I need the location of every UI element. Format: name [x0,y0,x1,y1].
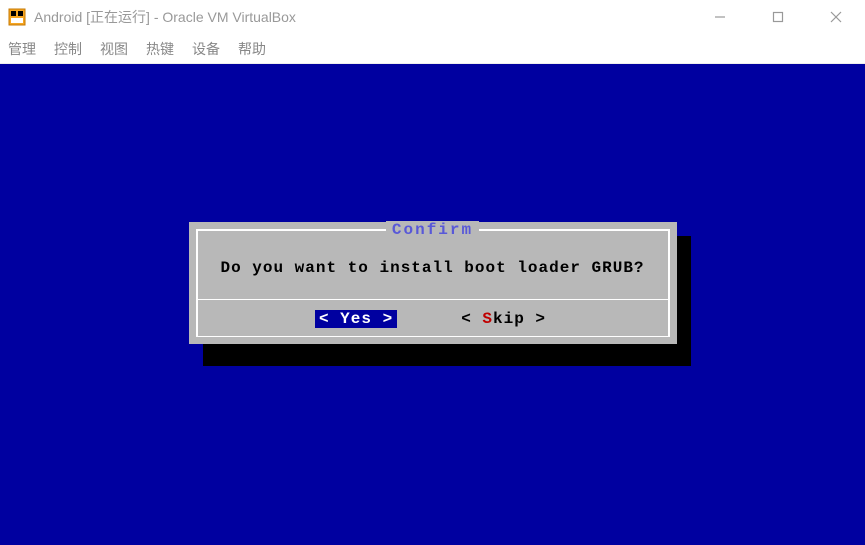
app-icon [8,8,26,26]
dialog-message: Do you want to install boot loader GRUB? [198,251,668,299]
confirm-dialog: Confirm Do you want to install boot load… [189,222,677,344]
close-button[interactable] [807,0,865,34]
virtualbox-window: Android [正在运行] - Oracle VM VirtualBox 管理… [0,0,865,545]
dialog-buttons: < Yes > < Skip > [198,299,668,336]
menu-devices[interactable]: 设备 [192,39,220,59]
window-title: Android [正在运行] - Oracle VM VirtualBox [34,7,691,27]
menu-hotkeys[interactable]: 热键 [146,39,174,59]
dialog-title-row: Confirm [198,221,668,239]
menubar: 管理 控制 视图 热键 设备 帮助 [0,34,865,64]
titlebar: Android [正在运行] - Oracle VM VirtualBox [0,0,865,34]
menu-manage[interactable]: 管理 [8,39,36,59]
maximize-button[interactable] [749,0,807,34]
dialog-inner: Confirm Do you want to install boot load… [196,229,670,337]
vm-screen: Confirm Do you want to install boot load… [0,64,865,545]
menu-control[interactable]: 控制 [54,39,82,59]
dialog-title: Confirm [386,221,479,239]
window-controls [691,0,865,34]
yes-button[interactable]: < Yes > [315,310,397,328]
confirm-dialog-wrap: Confirm Do you want to install boot load… [189,222,677,344]
minimize-button[interactable] [691,0,749,34]
menu-view[interactable]: 视图 [100,39,128,59]
skip-button[interactable]: < Skip > [457,310,550,328]
menu-help[interactable]: 帮助 [238,39,266,59]
